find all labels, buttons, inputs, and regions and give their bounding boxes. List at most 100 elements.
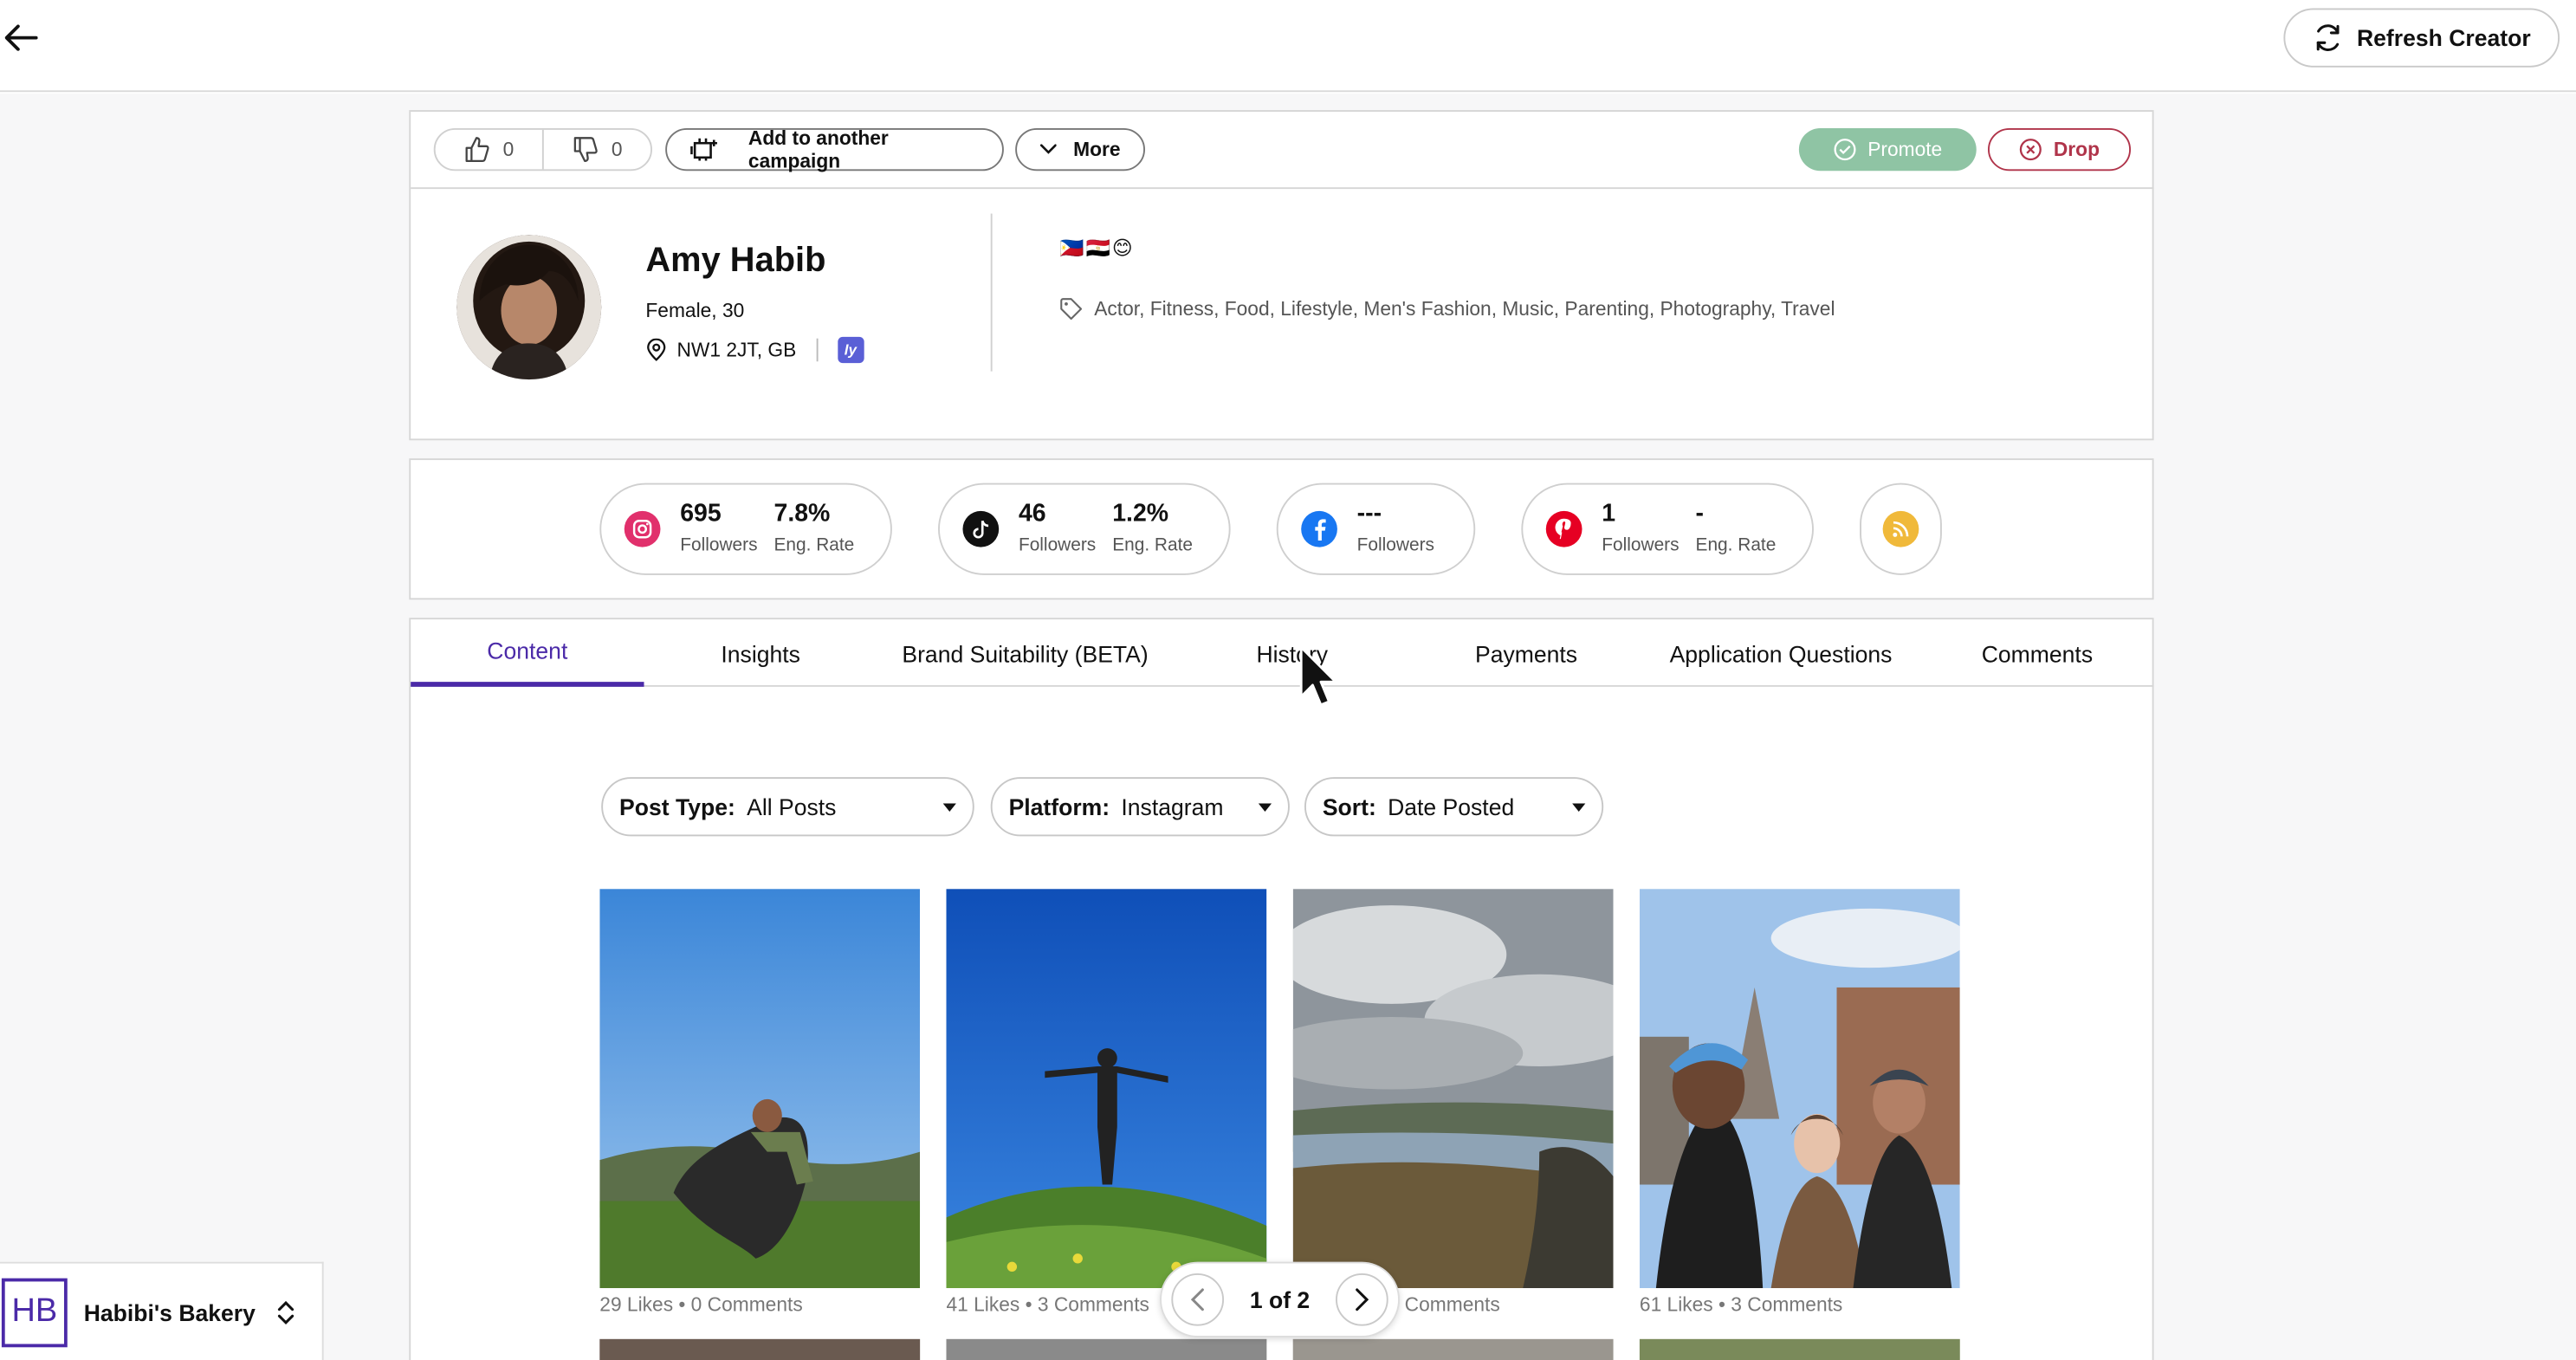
chevron-right-icon (1356, 1288, 1369, 1311)
back-button[interactable] (3, 20, 40, 56)
post-image (599, 889, 921, 1289)
actions-row: 0 0 Add to another campaign More Promote (411, 112, 2154, 190)
instagram-followers: 695 Followers (680, 500, 757, 559)
post-type-label: Post Type: (619, 793, 735, 820)
post-meta: 29 Likes • 0 Comments (599, 1292, 803, 1317)
tiktok-followers-label: Followers (1018, 535, 1097, 556)
instagram-icon (624, 510, 661, 547)
instagram-followers-value: 695 (680, 499, 722, 528)
tab-insights[interactable]: Insights (644, 619, 877, 687)
thumbs-down-button[interactable]: 0 (541, 129, 650, 170)
facebook-followers-value: --- (1356, 499, 1382, 528)
tiktok-stats[interactable]: 46 Followers 1.2% Eng. Rate (938, 482, 1231, 575)
tiktok-eng-value: 1.2% (1112, 499, 1169, 528)
chevron-down-icon (1039, 144, 1057, 154)
tab-content[interactable]: Content (411, 619, 644, 687)
check-circle-icon (1834, 139, 1856, 161)
thumbs-up-icon (465, 137, 489, 163)
drop-button[interactable]: Drop (1988, 127, 2132, 172)
platform-select[interactable]: Platform: Instagram (990, 777, 1290, 837)
pinterest-stats[interactable]: 1 Followers - Eng. Rate (1521, 482, 1814, 575)
add-to-campaign-button[interactable]: Add to another campaign (665, 126, 1004, 173)
pinterest-eng-rate: - Eng. Rate (1696, 500, 1777, 559)
campaign-add-icon (690, 138, 717, 161)
tags-text: Actor, Fitness, Food, Lifestyle, Men's F… (1094, 297, 1835, 321)
post-thumbnail[interactable] (946, 1338, 1267, 1360)
creator-gender-age: Female, 30 (645, 299, 745, 322)
refresh-creator-label: Refresh Creator (2356, 24, 2531, 51)
post-image (1639, 889, 1960, 1289)
more-label: More (1073, 138, 1121, 161)
workspace-name: Habibi's Bakery (83, 1298, 256, 1325)
add-to-campaign-label: Add to another campaign (748, 126, 889, 173)
promote-button[interactable]: Promote (1798, 127, 1977, 172)
profile-divider (990, 213, 993, 372)
refresh-icon (2315, 24, 2339, 51)
tab-history[interactable]: History (1173, 619, 1411, 687)
caret-down-icon (1572, 803, 1586, 812)
tab-brand-suitability[interactable]: Brand Suitability (BETA) (877, 619, 1173, 687)
instagram-eng-label: Eng. Rate (773, 535, 855, 556)
drop-label: Drop (2053, 138, 2100, 161)
sort-label: Sort: (1322, 793, 1376, 820)
page-indicator: 1 of 2 (1249, 1286, 1311, 1313)
profile-card: 0 0 Add to another campaign More Promote (409, 110, 2154, 441)
avatar (456, 235, 602, 380)
thumbs-up-button[interactable]: 0 (436, 130, 542, 170)
creator-name: Amy Habib (645, 241, 826, 280)
tab-payments[interactable]: Payments (1411, 619, 1641, 687)
chevron-left-icon (1190, 1288, 1204, 1311)
ly-badge: ly (837, 336, 864, 364)
creator-location: NW1 2JT, GB ly (645, 336, 864, 364)
tiktok-eng-label: Eng. Rate (1112, 535, 1194, 556)
pinterest-followers-label: Followers (1602, 535, 1680, 556)
tab-bar: Content Insights Brand Suitability (BETA… (411, 619, 2154, 687)
social-stats-card: 695 Followers 7.8% Eng. Rate 46 Follower… (409, 458, 2154, 600)
post-thumbnail[interactable] (1292, 1338, 1614, 1360)
creator-tags: Actor, Fitness, Food, Lifestyle, Men's F… (1059, 297, 1835, 321)
more-button[interactable]: More (1015, 127, 1145, 172)
flag-2: 🇪🇬 (1085, 236, 1110, 260)
post-card[interactable]: 41 Likes • 3 Comments (946, 889, 1267, 1316)
post-type-value: All Posts (747, 793, 837, 820)
pinterest-eng-label: Eng. Rate (1695, 535, 1777, 556)
page: Refresh Creator 0 0 Add to another campa… (0, 0, 2576, 1360)
rss-stats[interactable] (1860, 482, 1942, 575)
instagram-followers-label: Followers (680, 535, 758, 556)
tiktok-followers: 46 Followers (1019, 500, 1096, 559)
workspace-badge: HB (1, 1277, 68, 1347)
x-circle-icon (2019, 139, 2042, 161)
facebook-stats[interactable]: --- Followers (1276, 482, 1476, 575)
post-image (1292, 889, 1614, 1289)
facebook-followers: --- Followers (1357, 500, 1434, 559)
avatar-image (456, 235, 602, 380)
arrow-left-icon (4, 24, 38, 51)
instagram-stats[interactable]: 695 Followers 7.8% Eng. Rate (599, 482, 892, 575)
post-card[interactable]: 29 Likes • 0 Comments (599, 889, 921, 1317)
map-pin-icon (647, 338, 666, 361)
next-page-button[interactable] (1335, 1273, 1388, 1326)
tab-application-questions[interactable]: Application Questions (1641, 619, 1920, 687)
pinterest-followers-value: 1 (1602, 499, 1616, 528)
facebook-followers-label: Followers (1356, 535, 1434, 556)
platform-label: Platform: (1008, 793, 1110, 820)
refresh-creator-button[interactable]: Refresh Creator (2283, 8, 2560, 68)
post-card[interactable]: Comments (1292, 889, 1614, 1316)
post-thumbnail[interactable] (599, 1338, 921, 1360)
previous-page-button[interactable] (1171, 1273, 1225, 1326)
post-card[interactable]: 61 Likes • 3 Comments (1639, 889, 1960, 1316)
pinterest-icon (1545, 510, 1582, 547)
sort-select[interactable]: Sort: Date Posted (1304, 777, 1604, 837)
tiktok-followers-value: 46 (1018, 499, 1046, 528)
thumbs-down-icon (574, 137, 599, 163)
promote-label: Promote (1867, 138, 1943, 161)
dislikes-count: 0 (611, 138, 623, 161)
caret-down-icon (1258, 803, 1272, 812)
workspace-switcher[interactable]: HB Habibi's Bakery (0, 1261, 324, 1360)
tab-comments[interactable]: Comments (1920, 619, 2153, 687)
post-type-select[interactable]: Post Type: All Posts (601, 777, 974, 837)
location-text: NW1 2JT, GB (676, 338, 797, 362)
post-thumbnail[interactable] (1639, 1338, 1960, 1360)
tag-icon (1060, 298, 1083, 321)
mouse-cursor-icon (1299, 645, 1337, 707)
